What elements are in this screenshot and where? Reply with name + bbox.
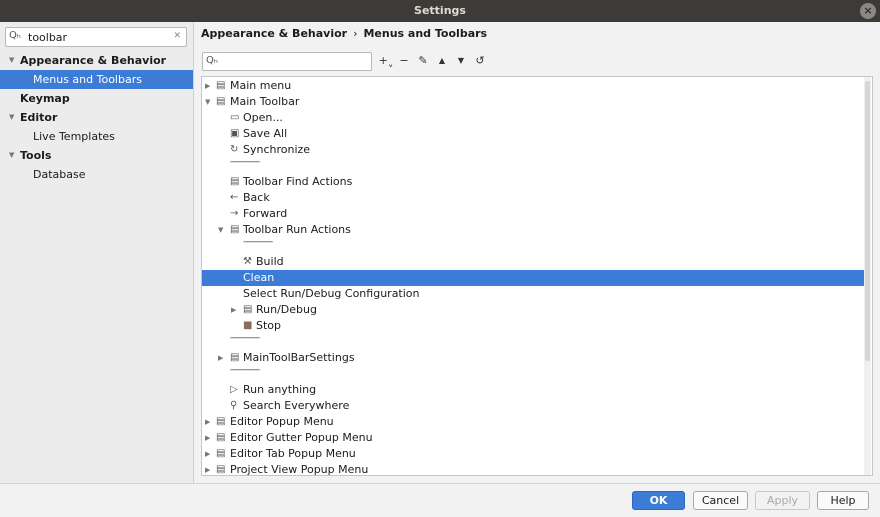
tree-separator-row[interactable]: ------------- [202,365,866,382]
open-folder-icon: ▭ [230,112,240,123]
breadcrumb-separator: › [353,27,358,40]
tree-row[interactable]: ▣ Save All [202,126,866,142]
folder-icon: ▤ [216,96,226,107]
settings-search-input[interactable]: Qₕ toolbar ✕ [5,27,187,47]
tree-row[interactable]: ⚒ Build [202,254,866,270]
tree-row[interactable]: ⚲ Search Everywhere [202,398,866,414]
sidebar-item-database[interactable]: Database [0,165,193,184]
folder-icon: ▤ [230,224,240,235]
tree-separator-row[interactable]: ------------- [202,157,866,174]
back-arrow-icon: ← [230,192,239,203]
collapse-arrow-icon[interactable]: ▼ [218,222,223,238]
tree-row[interactable]: ▶ ▤ Project View Popup Menu [202,462,866,475]
tree-row[interactable]: ▶ ▤ Editor Popup Menu [202,414,866,430]
expand-arrow-icon[interactable]: ▼ [9,146,14,165]
expand-arrow-icon[interactable]: ▶ [205,462,210,475]
folder-icon: ▤ [216,416,226,427]
expand-arrow-icon[interactable]: ▶ [231,302,236,318]
apply-button[interactable]: Apply [755,491,810,510]
add-icon[interactable]: +ˬ [378,53,394,69]
forward-arrow-icon: → [230,208,239,219]
window-title: Settings [414,4,466,17]
scrollbar-thumb[interactable] [865,81,870,361]
tree-row[interactable]: ↻ Synchronize [202,142,866,158]
close-icon[interactable]: × [860,3,876,19]
tree-row[interactable]: ▶ ▤ MainToolBarSettings [202,350,866,366]
actions-tree[interactable]: ▶ ▤ Main menu ▼ ▤ Main Toolbar ▭ Open...… [201,76,873,476]
tree-row[interactable]: → Forward [202,206,866,222]
help-button[interactable]: Help [817,491,869,510]
tree-row[interactable]: ▭ Open... [202,110,866,126]
tree-row[interactable]: ▶ ▤ Editor Gutter Popup Menu [202,430,866,446]
run-anything-icon: ▷ [230,384,238,395]
expand-arrow-icon[interactable]: ▶ [205,414,210,430]
folder-icon: ▤ [216,448,226,459]
sidebar-item-keymap[interactable]: Keymap [0,89,193,108]
sidebar-item-editor[interactable]: ▼ Editor [0,108,193,127]
tree-row[interactable]: ← Back [202,190,866,206]
folder-icon: ▤ [216,80,226,91]
search-icon: ⚲ [230,400,238,411]
save-icon: ▣ [230,128,240,139]
expand-arrow-icon[interactable]: ▶ [218,350,223,366]
window-titlebar: Settings × [0,0,880,22]
tree-row-selected[interactable]: Clean [202,270,866,286]
settings-sidebar: Qₕ toolbar ✕ ▼ Appearance & Behavior Men… [0,22,194,483]
ok-button[interactable]: OK [632,491,685,510]
move-up-icon[interactable]: ▲ [434,53,450,69]
tree-row[interactable]: ▷ Run anything [202,382,866,398]
tree-filter-input[interactable]: Qₕ [202,52,372,71]
search-icon: Qₕ [206,55,218,66]
tree-row[interactable]: ▶ ▤ Run/Debug [202,302,866,318]
folder-icon: ▤ [216,464,226,475]
breadcrumb: Appearance & Behavior › Menus and Toolbars [201,27,487,40]
sidebar-item-live-templates[interactable]: Live Templates [0,127,193,146]
breadcrumb-current: Menus and Toolbars [363,27,488,40]
expand-arrow-icon[interactable]: ▶ [205,430,210,446]
expand-arrow-icon[interactable]: ▼ [9,51,14,70]
tree-scrollbar[interactable] [864,77,871,475]
edit-icon[interactable]: ✎ [415,53,431,69]
expand-arrow-icon[interactable]: ▼ [9,108,14,127]
tree-row[interactable]: ▶ ▤ Editor Tab Popup Menu [202,446,866,462]
dialog-button-bar [0,483,880,517]
move-down-icon[interactable]: ▼ [453,53,469,69]
search-value: toolbar [28,31,68,44]
search-icon: Qₕ [9,30,21,41]
tree-row[interactable]: ■ Stop [202,318,866,334]
tree-separator-row[interactable]: ------------- [202,333,866,350]
sidebar-item-appearance-behavior[interactable]: ▼ Appearance & Behavior [0,51,193,70]
expand-arrow-icon[interactable]: ▶ [205,446,210,462]
tree-row[interactable]: ▤ Toolbar Find Actions [202,174,866,190]
breadcrumb-parent: Appearance & Behavior [201,27,348,40]
cancel-button[interactable]: Cancel [693,491,748,510]
remove-icon[interactable]: − [396,53,412,69]
hammer-icon: ⚒ [243,256,252,267]
tree-row[interactable]: ▼ ▤ Toolbar Run Actions [202,222,866,238]
sidebar-item-menus-toolbars[interactable]: Menus and Toolbars [0,70,193,89]
restore-defaults-icon[interactable]: ↺ [472,53,488,69]
tree-separator-row[interactable]: ------------- [202,237,866,254]
folder-icon: ▤ [216,432,226,443]
collapse-arrow-icon[interactable]: ▼ [205,94,210,110]
sidebar-item-tools[interactable]: ▼ Tools [0,146,193,165]
expand-arrow-icon[interactable]: ▶ [205,78,210,94]
clear-search-icon[interactable]: ✕ [173,31,181,41]
tree-row[interactable]: ▶ ▤ Main menu [202,78,866,94]
tree-row[interactable]: ▼ ▤ Main Toolbar [202,94,866,110]
folder-icon: ▤ [243,304,253,315]
folder-icon: ▤ [230,176,240,187]
tree-row[interactable]: Select Run/Debug Configuration [202,286,866,302]
